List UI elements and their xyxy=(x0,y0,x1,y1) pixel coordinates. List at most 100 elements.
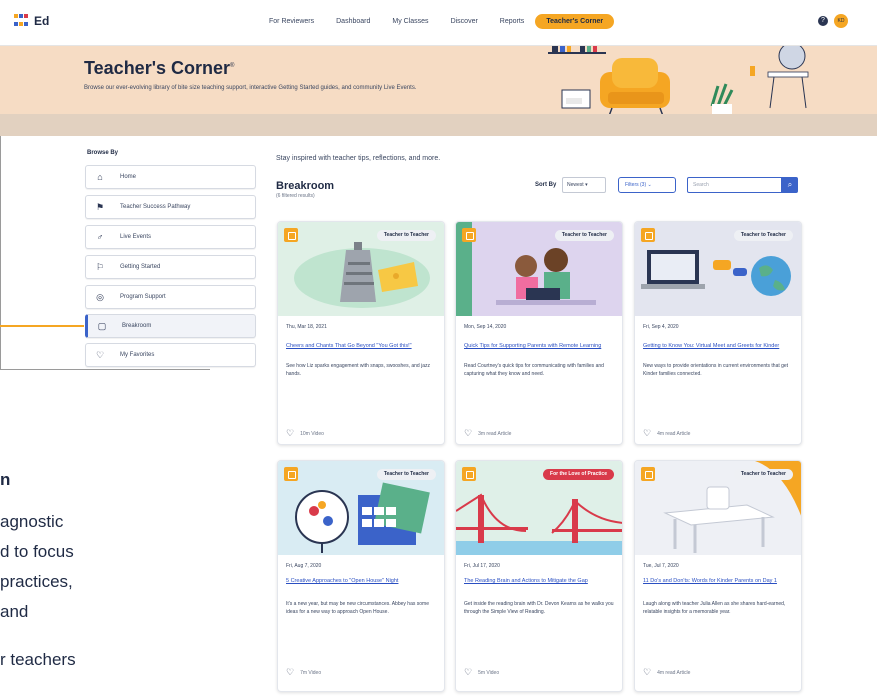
callout-line xyxy=(0,325,84,327)
favorite-heart-icon[interactable]: ♡ xyxy=(286,428,294,439)
nav-my-classes[interactable]: My Classes xyxy=(381,14,439,29)
app-logo[interactable]: Ed xyxy=(14,14,49,28)
sidebar-item-label: Teacher Success Pathway xyxy=(120,204,191,210)
avatar[interactable]: KD xyxy=(834,14,848,28)
card-meta: 5m Video xyxy=(478,669,500,676)
flag-icon: ⚑ xyxy=(95,201,105,212)
sidebar-item-label: Live Events xyxy=(120,234,152,240)
card-meta: 10m Video xyxy=(300,430,324,437)
flag-outline-icon: ⚐ xyxy=(95,261,105,272)
sort-label: Sort By xyxy=(535,182,557,188)
globe-icon: ◎ xyxy=(96,291,104,302)
card-title-link[interactable]: 5 Creative Approaches to "Open House" Ni… xyxy=(286,577,436,585)
category-tag: Teacher to Teacher xyxy=(554,230,614,241)
sidebar-item-getting-started[interactable]: ⚐ Getting Started xyxy=(85,255,256,279)
card-description: See how Liz sparks engagement with snaps… xyxy=(286,363,430,377)
content-card[interactable]: Teacher to Teacher Fri, Sep 4, 2020 Gett… xyxy=(634,221,802,445)
filters-label: Filters (3) xyxy=(625,182,647,188)
nav-dashboard[interactable]: Dashboard xyxy=(325,14,381,29)
content-card[interactable]: Teacher to Teacher Thu, Mar 18, 2021 Che… xyxy=(277,221,445,445)
sidebar-item-label: Breakroom xyxy=(122,323,152,329)
article-icon xyxy=(641,228,655,242)
sidebar-item-my-favorites[interactable]: ♡ My Favorites xyxy=(85,343,256,367)
search-button[interactable]: ⌕ xyxy=(782,177,798,193)
card-date: Mon, Sep 14, 2020 xyxy=(464,324,507,330)
article-icon xyxy=(462,228,476,242)
mug-icon: ▢ xyxy=(97,320,107,331)
favorite-heart-icon[interactable]: ♡ xyxy=(286,667,294,678)
help-icon[interactable]: ? xyxy=(818,16,828,26)
content-card[interactable]: Teacher to Teacher Mon, Sep 14, 2020 Qui… xyxy=(455,221,623,445)
sidebar-item-label: My Favorites xyxy=(120,352,155,358)
search-icon: ⌕ xyxy=(787,180,793,189)
card-description: Laugh along with teacher Julia Allen as … xyxy=(643,601,786,615)
article-icon xyxy=(284,467,298,481)
sidebar-item-breakroom[interactable]: ▢ Breakroom xyxy=(85,314,256,338)
filters-button[interactable]: Filters (3) ⌄ xyxy=(618,177,676,193)
trademark: ® xyxy=(230,63,235,69)
card-date: Thu, Mar 18, 2021 xyxy=(286,324,327,330)
sidebar-item-home[interactable]: ⌂ Home xyxy=(85,165,256,189)
favorite-heart-icon[interactable]: ♡ xyxy=(464,667,472,678)
sidebar-item-label: Getting Started xyxy=(120,264,161,270)
card-meta: 7m Video xyxy=(300,669,322,676)
card-title-link[interactable]: Quick Tips for Supporting Parents with R… xyxy=(464,342,614,350)
card-footer: ♡ 4m read Article xyxy=(643,428,690,439)
card-title-link[interactable]: The Reading Brain and Actions to Mitigat… xyxy=(464,577,614,585)
card-meta: 3m read Article xyxy=(478,430,512,437)
card-date: Tue, Jul 7, 2020 xyxy=(643,563,679,569)
chevron-down-icon: ⌄ xyxy=(647,182,652,188)
home-icon: ⌂ xyxy=(97,172,103,182)
category-tag: Teacher to Teacher xyxy=(733,230,793,241)
card-meta: 4m read Article xyxy=(657,430,691,437)
card-image: Teacher to Teacher xyxy=(635,222,801,316)
sort-value: Newest xyxy=(567,182,584,188)
card-footer: ♡ 4m read Article xyxy=(643,667,690,678)
favorite-heart-icon[interactable]: ♡ xyxy=(643,667,651,678)
nav-reports[interactable]: Reports xyxy=(489,14,536,29)
sidebar-item-label: Program Support xyxy=(120,294,166,300)
top-nav-bar: Ed For Reviewers Dashboard My Classes Di… xyxy=(0,0,877,46)
nav-teachers-corner[interactable]: Teacher's Corner xyxy=(535,14,615,29)
favorite-heart-icon[interactable]: ♡ xyxy=(643,428,651,439)
behind-text-line: r teachers xyxy=(0,650,76,669)
card-description: Read Courtney's quick tips for communica… xyxy=(464,363,604,377)
logo-text: Ed xyxy=(34,14,50,28)
nav-for-reviewers[interactable]: For Reviewers xyxy=(258,14,325,29)
card-footer: ♡ 7m Video xyxy=(286,667,321,678)
card-description: New ways to provide orientations in curr… xyxy=(643,363,789,377)
sort-select[interactable]: Newest ▾ xyxy=(562,177,606,193)
nav-discover[interactable]: Discover xyxy=(440,14,489,29)
category-tag: Teacher to Teacher xyxy=(733,469,793,480)
search-input[interactable]: Search xyxy=(687,177,782,193)
microphone-icon: ♂ xyxy=(96,232,104,242)
card-title-link[interactable]: Getting to Know You: Virtual Meet and Gr… xyxy=(643,342,793,350)
category-tag: Teacher to Teacher xyxy=(376,230,436,241)
content-card[interactable]: Teacher to Teacher Tue, Jul 7, 2020 11 D… xyxy=(634,460,802,692)
category-tag: For the Love of Practice xyxy=(543,469,614,480)
chevron-down-icon: ▾ xyxy=(585,182,588,188)
content-card[interactable]: Teacher to Teacher Fri, Aug 7, 2020 5 Cr… xyxy=(277,460,445,692)
hero-floor xyxy=(0,114,877,136)
article-icon xyxy=(641,467,655,481)
behind-text-line: n xyxy=(0,470,11,489)
favorite-heart-icon[interactable]: ♡ xyxy=(464,428,472,439)
card-description: It's a new year, but may be new circumst… xyxy=(286,601,429,615)
sidebar-item-teacher-success-pathway[interactable]: ⚑ Teacher Success Pathway xyxy=(85,195,256,219)
behind-text-line: and xyxy=(0,602,29,621)
card-title-link[interactable]: 11 Do's and Don'ts: Words for Kinder Par… xyxy=(643,577,793,585)
card-date: Fri, Sep 4, 2020 xyxy=(643,324,679,330)
card-meta: 4m read Article xyxy=(657,669,691,676)
card-footer: ♡ 5m Video xyxy=(464,667,499,678)
card-image: Teacher to Teacher xyxy=(456,222,622,316)
frame-edge xyxy=(0,369,210,370)
card-title-link[interactable]: Cheers and Chants That Go Beyond "You Go… xyxy=(286,342,436,350)
content-card[interactable]: For the Love of Practice Fri, Jul 17, 20… xyxy=(455,460,623,692)
sidebar-item-program-support[interactable]: ◎ Program Support xyxy=(85,285,256,309)
behind-text-line: agnostic xyxy=(0,512,64,531)
sidebar-item-live-events[interactable]: ♂ Live Events xyxy=(85,225,256,249)
article-icon xyxy=(284,228,298,242)
card-image: Teacher to Teacher xyxy=(278,461,444,555)
main-nav: For Reviewers Dashboard My Classes Disco… xyxy=(258,14,615,29)
browse-by-heading: Browse By xyxy=(87,150,119,156)
